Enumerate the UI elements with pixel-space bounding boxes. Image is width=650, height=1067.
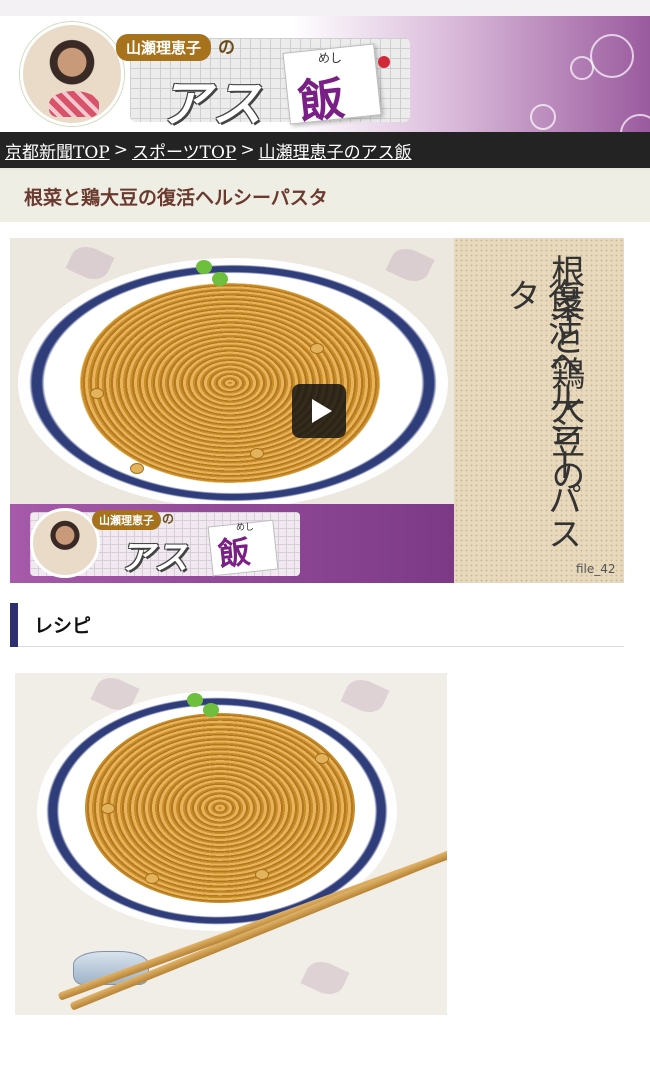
site-banner[interactable]: 山瀬理恵子 の アス めし 飯 xyxy=(0,16,650,132)
herb-garnish xyxy=(187,693,203,707)
video-thumbnail-photo xyxy=(10,238,454,508)
banner-subtitle-particle: の xyxy=(218,38,235,58)
banner-brand-main: アス xyxy=(160,75,264,132)
leaf-decoration xyxy=(385,242,435,288)
video-band-kanji: 飯 xyxy=(216,532,253,574)
video-host-portrait xyxy=(30,508,100,578)
decor-circle-icon xyxy=(590,34,634,78)
leaf-decoration xyxy=(65,240,115,286)
breadcrumb-separator: > xyxy=(240,140,255,160)
video-player[interactable]: 山瀬理恵子 の アス めし 飯 根菜と鶏大豆の 復活ヘルシーパスタ file_4… xyxy=(10,238,624,583)
top-strip xyxy=(0,0,650,16)
soybean xyxy=(315,753,329,764)
recipe-heading: レシピ xyxy=(34,615,92,637)
banner-brand-kanji: 飯 xyxy=(295,70,348,130)
banner-subtitle: 山瀬理恵子 xyxy=(116,34,212,61)
video-band-brand: アス xyxy=(120,538,188,578)
video-file-label: file_42 xyxy=(576,562,616,576)
soybean xyxy=(101,803,115,814)
soybean xyxy=(255,869,269,880)
soybean xyxy=(310,343,324,354)
pasta xyxy=(85,713,355,903)
leaf-decoration xyxy=(340,673,390,719)
recipe-section-heading: レシピ xyxy=(10,602,624,647)
decor-circle-icon xyxy=(530,104,556,130)
recipe-photo xyxy=(15,673,447,1015)
pin-icon xyxy=(378,56,390,68)
decor-circle-icon xyxy=(570,56,594,80)
leaf-decoration xyxy=(300,955,350,1001)
soybean xyxy=(250,448,264,459)
heading-accent-bar xyxy=(10,602,18,647)
video-band-subtitle: 山瀬理恵子 xyxy=(92,510,161,530)
herb-garnish xyxy=(196,260,212,274)
soybean xyxy=(145,873,159,884)
breadcrumb-link-kyoto-top[interactable]: 京都新聞TOP xyxy=(5,138,110,163)
video-title-line2: 復活ヘルシーパスタ xyxy=(500,278,582,550)
herb-garnish xyxy=(203,703,219,717)
breadcrumb: 京都新聞TOP > スポーツTOP > 山瀬理恵子のアス飯 xyxy=(0,132,650,168)
breadcrumb-link-sports-top[interactable]: スポーツTOP xyxy=(132,138,236,163)
video-band-particle: の xyxy=(162,512,175,526)
decor-circle-icon xyxy=(620,114,650,132)
article-title-bar: 根菜と鶏大豆の復活ヘルシーパスタ xyxy=(0,168,650,222)
play-icon[interactable] xyxy=(292,384,346,438)
host-portrait xyxy=(20,22,124,126)
page-title: 根菜と鶏大豆の復活ヘルシーパスタ xyxy=(24,186,328,209)
breadcrumb-separator: > xyxy=(113,140,128,160)
herb-garnish xyxy=(212,272,228,286)
soybean xyxy=(90,388,104,399)
pasta xyxy=(80,283,380,483)
breadcrumb-link-asumeshi[interactable]: 山瀬理恵子のアス飯 xyxy=(259,138,412,163)
soybean xyxy=(130,463,144,474)
